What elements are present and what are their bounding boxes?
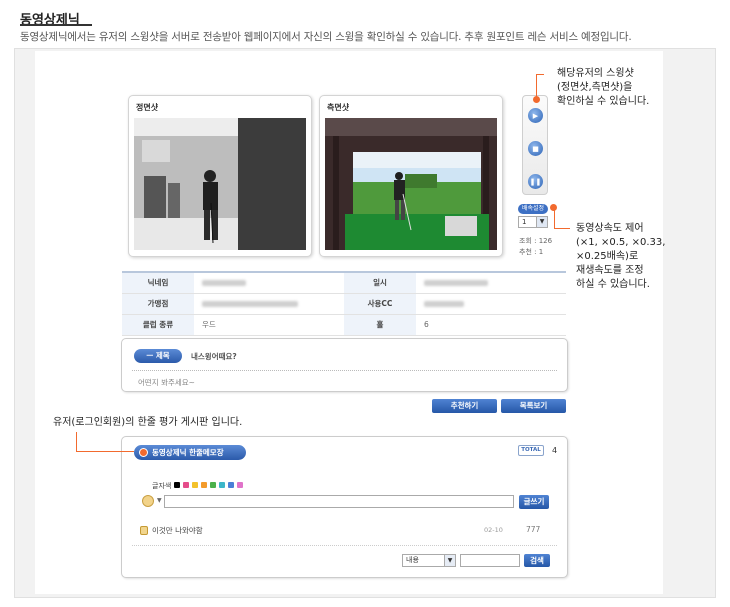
subject-body: 어떤지 봐주세요~ — [138, 378, 195, 387]
search-button[interactable]: 검색 — [524, 554, 550, 567]
subject-title: 내스윙어때요? — [191, 352, 237, 361]
speed-setting-label: 배속설정 — [518, 204, 548, 214]
pause-icon: ❚❚ — [529, 177, 542, 186]
callout-line: (정면샷,측면샷)을 — [557, 82, 633, 93]
search-input[interactable] — [460, 554, 520, 567]
callout-line: 하실 수 있습니다. — [576, 279, 650, 290]
hole-value: 6 — [416, 314, 566, 336]
divider — [132, 545, 557, 546]
speed-callout: 동영상속도 제어 (×1, ×0.5, ×0.33, ×0.25배속)로 재생속… — [576, 222, 665, 292]
pause-button[interactable]: ❚❚ — [528, 174, 543, 189]
club-value: 우드 — [194, 314, 344, 336]
front-video-player[interactable] — [134, 118, 306, 250]
hole-label: 홀 — [344, 314, 416, 336]
date-label: 일시 — [344, 272, 416, 294]
player-control-bar: ▶ ■ ❚❚ — [522, 95, 548, 195]
play-icon: ▶ — [532, 111, 539, 120]
play-button[interactable]: ▶ — [528, 108, 543, 123]
subject-box: ㅡ 제목 내스윙어때요? 어떤지 봐주세요~ — [121, 338, 568, 392]
club-label: 클럽 종류 — [122, 314, 194, 336]
recommend-button[interactable]: 추천하기 — [432, 399, 497, 413]
front-video-box: 정면샷 — [128, 95, 312, 257]
nickname-label: 닉네임 — [122, 272, 194, 294]
side-video-box: 측면샷 — [319, 95, 503, 257]
comment-board-title: 동영상제닉 한줄메모장 — [134, 445, 246, 460]
table-row: 클럽 종류 우드 홀 6 — [122, 314, 566, 336]
search-type-value: 내용 — [406, 556, 419, 564]
callout-line: 확인하실 수 있습니다. — [557, 96, 650, 107]
side-video-label: 측면샷 — [327, 103, 350, 112]
callout-connector — [536, 74, 544, 75]
table-row: 가맹점 사용CC — [122, 293, 566, 315]
comment-board: 동영상제닉 한줄메모장 TOTAL 4 글자색 ▼ 글쓰기 이것만 나와야함 0… — [121, 436, 568, 578]
callout-line: ×0.25배속)로 — [576, 251, 639, 262]
comment-date: 02-10 — [484, 526, 503, 534]
board-callout: 유저(로그인회원)의 한줄 평가 게시판 입니다. — [53, 417, 243, 428]
table-row: 닉네임 일시 — [122, 272, 566, 294]
callout-connector — [554, 228, 570, 229]
speed-select-value: 1 — [522, 218, 527, 226]
title-underline — [20, 24, 92, 26]
write-button[interactable]: 글쓰기 — [519, 495, 549, 509]
comment-count: 777 — [526, 525, 541, 534]
callout-connector — [76, 432, 77, 451]
font-color-label: 글자색 — [152, 482, 172, 490]
callout-connector — [76, 451, 134, 452]
total-badge: TOTAL — [518, 445, 544, 456]
swing-callout: 해당유저의 스윙샷 (정면샷,측면샷)을 확인하실 수 있습니다. — [557, 67, 649, 109]
subject-badge: ㅡ 제목 — [134, 349, 182, 363]
callout-line: 해당유저의 스윙샷 — [557, 68, 634, 79]
front-video-label: 정면샷 — [136, 103, 159, 112]
color-swatch[interactable] — [219, 482, 225, 488]
callout-line: (×1, ×0.5, ×0.33, — [576, 237, 666, 248]
page-description: 동영상제닉에서는 유저의 스윙샷을 서버로 전송받아 웹페이지에서 자신의 스윙… — [20, 31, 632, 43]
emoticon-icon[interactable] — [142, 495, 154, 507]
callout-line: 동영상속도 제어 — [576, 223, 644, 234]
color-swatch[interactable] — [183, 482, 189, 488]
memo-icon — [140, 526, 148, 535]
chevron-down-icon[interactable]: ▼ — [157, 497, 162, 504]
callout-line: 재생속도를 조정 — [576, 265, 644, 276]
view-count: 조회 : 126 — [519, 237, 553, 245]
color-swatch[interactable] — [192, 482, 198, 488]
list-button[interactable]: 목록보기 — [501, 399, 566, 413]
callout-connector — [536, 74, 537, 98]
chevron-down-icon: ▼ — [536, 217, 547, 227]
callout-dot — [533, 96, 540, 103]
color-swatch[interactable] — [228, 482, 234, 488]
comment-input[interactable] — [164, 495, 514, 508]
date-value — [416, 272, 566, 294]
stop-button[interactable]: ■ — [528, 141, 543, 156]
total-count: 4 — [552, 446, 558, 455]
color-swatch[interactable] — [237, 482, 243, 488]
search-type-select[interactable]: 내용 ▼ — [402, 554, 456, 567]
comment-text: 이것만 나와야함 — [152, 526, 203, 535]
callout-connector — [554, 208, 555, 228]
color-swatch[interactable] — [201, 482, 207, 488]
course-value — [416, 293, 566, 315]
side-video-player[interactable] — [325, 118, 497, 250]
color-swatch[interactable] — [174, 482, 180, 488]
divider — [132, 370, 557, 371]
nickname-value — [194, 272, 344, 294]
recommend-count: 추천 : 1 — [519, 248, 544, 256]
swing-info-table: 닉네임 일시 가맹점 사용CC 클럽 종류 우드 홀 6 — [122, 271, 566, 336]
store-label: 가맹점 — [122, 293, 194, 315]
comment-board-title-text: 동영상제닉 한줄메모장 — [152, 448, 224, 457]
stop-icon: ■ — [532, 144, 539, 153]
course-label: 사용CC — [344, 293, 416, 315]
bullet-icon — [139, 448, 148, 457]
store-value — [194, 293, 344, 315]
chevron-down-icon: ▼ — [444, 555, 455, 566]
color-swatch[interactable] — [210, 482, 216, 488]
speed-select[interactable]: 1 ▼ — [518, 216, 548, 228]
